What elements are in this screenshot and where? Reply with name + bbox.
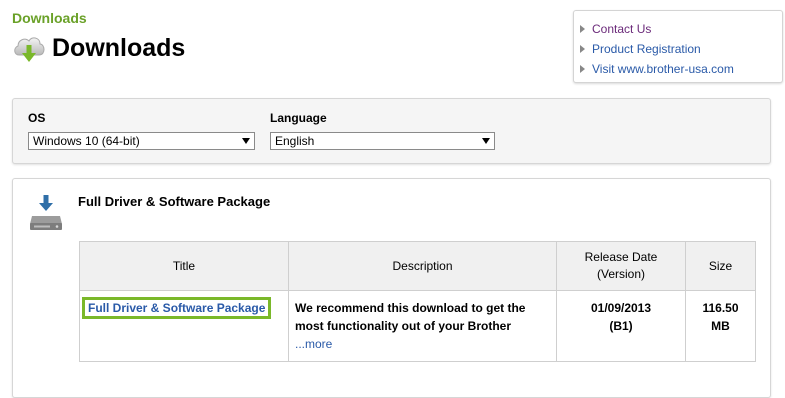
package-heading: Full Driver & Software Package	[78, 194, 271, 209]
os-label: OS	[28, 111, 46, 125]
triangle-right-icon	[580, 45, 585, 53]
visit-brother-usa-link[interactable]: Visit www.brother-usa.com	[580, 59, 782, 79]
downloads-table: Title Description Release Date (Version)…	[79, 241, 756, 362]
page-heading: Downloads	[52, 33, 186, 62]
breadcrumb[interactable]: Downloads	[12, 10, 87, 26]
cell-description: We recommend this download to get the mo…	[288, 290, 557, 362]
language-selected-value: English	[275, 134, 315, 148]
language-filter: Language English	[270, 111, 495, 150]
contact-us-label[interactable]: Contact Us	[592, 22, 651, 36]
contact-us-link[interactable]: Contact Us	[580, 19, 782, 39]
header-title: Title	[79, 241, 289, 291]
size-value: 116.50	[702, 301, 739, 315]
header-release-date-label: Release Date	[584, 250, 658, 264]
description-line-2: most functionality out of your Brother	[295, 319, 511, 333]
os-filter: OS Windows 10 (64-bit)	[28, 111, 255, 150]
header-version-label: (Version)	[596, 267, 646, 281]
language-label: Language	[270, 111, 327, 125]
quick-links-panel: Contact Us Product Registration Visit ww…	[573, 10, 783, 83]
package-panel: Full Driver & Software Package Title Des…	[12, 178, 771, 398]
header-description: Description	[288, 241, 557, 291]
table-row: Full Driver & Software Package We recomm…	[79, 290, 756, 362]
size-unit: MB	[711, 319, 730, 333]
cloud-download-icon	[14, 37, 45, 62]
description-line-1: We recommend this download to get the	[295, 301, 526, 315]
header-release-date: Release Date (Version)	[556, 241, 686, 291]
cell-release-date: 01/09/2013 (B1)	[556, 290, 686, 362]
product-registration-link[interactable]: Product Registration	[580, 39, 782, 59]
language-select[interactable]: English	[270, 132, 495, 150]
chevron-down-icon	[482, 138, 490, 144]
visit-brother-usa-label[interactable]: Visit www.brother-usa.com	[592, 62, 734, 76]
triangle-right-icon	[580, 25, 585, 33]
os-select[interactable]: Windows 10 (64-bit)	[28, 132, 255, 150]
page-title: Downloads	[12, 31, 185, 65]
download-drive-icon	[30, 195, 62, 230]
triangle-right-icon	[580, 65, 585, 73]
table-header-row: Title Description Release Date (Version)…	[79, 241, 756, 291]
os-selected-value: Windows 10 (64-bit)	[33, 134, 140, 148]
release-version: (B1)	[609, 319, 633, 333]
more-link[interactable]: ...more	[295, 337, 332, 351]
cell-size: 116.50 MB	[685, 290, 756, 362]
filter-panel: OS Windows 10 (64-bit) Language English	[12, 98, 771, 164]
product-registration-label[interactable]: Product Registration	[592, 42, 701, 56]
cell-title: Full Driver & Software Package	[79, 290, 289, 362]
package-download-link[interactable]: Full Driver & Software Package	[82, 297, 272, 319]
release-date: 01/09/2013	[590, 301, 652, 315]
header-size: Size	[685, 241, 756, 291]
chevron-down-icon	[242, 138, 250, 144]
